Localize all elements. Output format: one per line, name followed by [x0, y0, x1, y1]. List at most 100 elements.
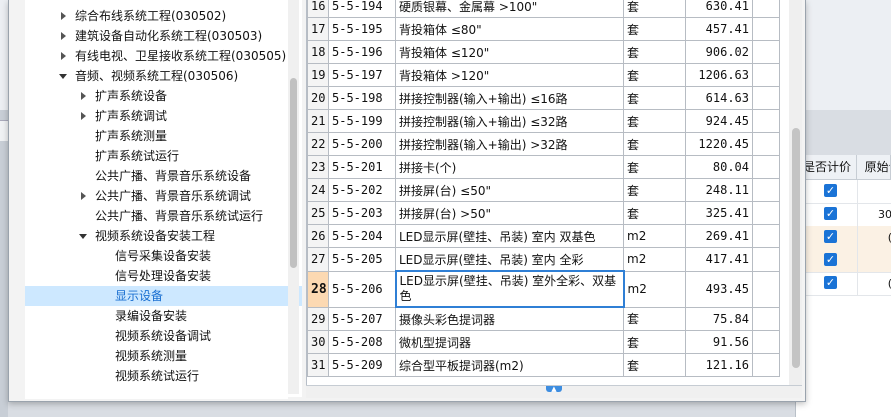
quota-price-cell[interactable]: 493.45: [685, 270, 753, 308]
quota-code-cell[interactable]: 5-5-201: [328, 155, 396, 179]
table-row[interactable]: 29 5-5-207 摄像头彩色提词器套 75.84: [307, 306, 780, 331]
expand-arrow-down-icon[interactable]: [79, 234, 87, 239]
quota-name-cell[interactable]: 拼接控制器(输入+输出) ≤16路: [395, 86, 624, 110]
table-row[interactable]: 31 5-5-209 综合型平板提词器(m2) 套 121.16: [307, 353, 780, 377]
quota-name-cell[interactable]: 背投箱体 >120": [395, 63, 624, 87]
quota-unit-cell[interactable]: 套: [623, 155, 686, 179]
grid-horizontal-scrollbar[interactable]: ▲: [306, 385, 802, 398]
quota-price-cell[interactable]: 1220.45: [685, 132, 753, 156]
original-price-cell[interactable]: 30: [857, 203, 891, 226]
tree-item[interactable]: 扩声系统测量: [25, 126, 302, 146]
expand-arrow-right-icon[interactable]: [61, 52, 66, 60]
quota-name-cell[interactable]: 摄像头彩色提词器: [395, 306, 624, 331]
quota-code-cell[interactable]: 5-5-203: [328, 201, 396, 225]
quota-unit-cell[interactable]: 套: [623, 0, 686, 18]
quota-code-cell[interactable]: 5-5-204: [328, 224, 396, 248]
quota-unit-cell[interactable]: 套: [623, 86, 686, 110]
quota-price-cell[interactable]: 91.56: [685, 330, 753, 354]
quota-name-cell[interactable]: 硬质银幕、金属幕 >100": [395, 0, 624, 18]
quota-name-cell[interactable]: LED显示屏(壁挂、吊装) 室内 双基色: [395, 224, 624, 248]
tree-item[interactable]: 视频系统测量: [25, 346, 302, 366]
row-number-cell[interactable]: 31: [307, 353, 329, 377]
row-number-cell[interactable]: 29: [307, 306, 329, 331]
table-row[interactable]: 22 5-5-200 拼接控制器(输入+输出) >32路套 1220.45: [307, 132, 780, 156]
table-row[interactable]: 30 5-5-208 微机型提词器套 91.56: [307, 330, 780, 354]
tree-item[interactable]: 录编设备安装: [25, 306, 302, 326]
quota-code-cell[interactable]: 5-5-206: [328, 270, 396, 308]
quota-code-cell[interactable]: 5-5-195: [328, 17, 396, 41]
quota-price-cell[interactable]: 1206.63: [685, 63, 753, 87]
quota-name-cell[interactable]: 拼接控制器(输入+输出) >32路: [395, 132, 624, 156]
row-number-cell[interactable]: 28: [307, 270, 329, 308]
splitter-grip-icon[interactable]: ▲: [546, 386, 562, 393]
quota-price-cell[interactable]: 121.16: [685, 353, 753, 377]
tree-item[interactable]: 视频系统设备调试: [25, 326, 302, 346]
table-row[interactable]: 20 5-5-198 拼接控制器(输入+输出) ≤16路套 614.63: [307, 86, 780, 110]
quota-unit-cell[interactable]: 套: [623, 132, 686, 156]
quota-price-cell[interactable]: 248.11: [685, 178, 753, 202]
row-number-cell[interactable]: 30: [307, 330, 329, 354]
table-row[interactable]: 19 5-5-197 背投箱体 >120" 套 1206.63: [307, 63, 780, 87]
charge-checkbox[interactable]: ✓: [824, 230, 837, 243]
row-number-cell[interactable]: 23: [307, 155, 329, 179]
quota-code-cell[interactable]: 5-5-200: [328, 132, 396, 156]
quota-price-cell[interactable]: 417.41: [685, 247, 753, 272]
tree-item[interactable]: 视频系统设备安装工程: [25, 226, 302, 246]
quota-unit-cell[interactable]: 套: [623, 17, 686, 41]
row-number-cell[interactable]: 22: [307, 132, 329, 156]
original-price-cell[interactable]: [857, 180, 891, 203]
quota-price-cell[interactable]: 75.84: [685, 306, 753, 331]
quota-name-cell[interactable]: 背投箱体 ≤80": [395, 17, 624, 41]
expand-arrow-down-icon[interactable]: [59, 74, 67, 79]
charge-checkbox[interactable]: ✓: [824, 276, 837, 289]
quota-price-cell[interactable]: 325.41: [685, 201, 753, 225]
quota-name-cell[interactable]: 拼接屏(台) ≤50": [395, 178, 624, 202]
tree-item[interactable]: 扩声系统调试: [25, 106, 302, 126]
quota-unit-cell[interactable]: m2: [623, 247, 686, 272]
quota-unit-cell[interactable]: 套: [623, 330, 686, 354]
row-number-cell[interactable]: 25: [307, 201, 329, 225]
quota-price-cell[interactable]: 924.45: [685, 109, 753, 133]
quota-unit-cell[interactable]: 套: [623, 201, 686, 225]
quota-price-cell[interactable]: 630.41: [685, 0, 753, 18]
quota-name-cell[interactable]: LED显示屏(壁挂、吊装) 室内 全彩: [395, 247, 624, 272]
tree-item[interactable]: 公共广播、背景音乐系统试运行: [25, 206, 302, 226]
tree-item[interactable]: 信号采集设备安装: [25, 246, 302, 266]
table-row[interactable]: 24 5-5-202 拼接屏(台) ≤50" 套 248.11: [307, 178, 780, 202]
quota-unit-cell[interactable]: m2: [623, 270, 686, 308]
quota-code-cell[interactable]: 5-5-194: [328, 0, 396, 18]
expand-arrow-right-icon[interactable]: [61, 32, 66, 40]
expand-arrow-right-icon[interactable]: [81, 112, 86, 120]
row-number-cell[interactable]: 19: [307, 63, 329, 87]
table-row[interactable]: 25 5-5-203 拼接屏(台) >50" 套 325.41: [307, 201, 780, 225]
row-number-cell[interactable]: 16: [307, 0, 329, 18]
original-price-cell[interactable]: [857, 249, 891, 272]
table-row[interactable]: 27 5-5-205 LED显示屏(壁挂、吊装) 室内 全彩 m2 417.41: [307, 247, 780, 272]
quota-code-cell[interactable]: 5-5-198: [328, 86, 396, 110]
table-row[interactable]: 26 5-5-204 LED显示屏(壁挂、吊装) 室内 双基色 m2 269.41: [307, 224, 780, 248]
quota-unit-cell[interactable]: 套: [623, 40, 686, 64]
tree-item[interactable]: 建筑设备自动化系统工程(030503): [25, 26, 302, 46]
tree-item[interactable]: 音频、视频系统工程(030506): [25, 66, 302, 86]
table-row[interactable]: 21 5-5-199 拼接控制器(输入+输出) ≤32路套 924.45: [307, 109, 780, 133]
quota-price-cell[interactable]: 457.41: [685, 17, 753, 41]
quota-code-cell[interactable]: 5-5-196: [328, 40, 396, 64]
grid-scroll-thumb[interactable]: [792, 128, 800, 368]
quota-name-cell[interactable]: 拼接卡(个): [395, 155, 624, 179]
tree-item[interactable]: 显示设备: [25, 286, 302, 306]
row-number-cell[interactable]: 18: [307, 40, 329, 64]
quota-name-cell[interactable]: 拼接屏(台) >50": [395, 201, 624, 225]
quota-unit-cell[interactable]: m2: [623, 224, 686, 248]
quota-name-cell[interactable]: 综合型平板提词器(m2): [395, 353, 624, 377]
quota-price-cell[interactable]: 269.41: [685, 224, 753, 248]
quota-name-cell[interactable]: 拼接控制器(输入+输出) ≤32路: [395, 109, 624, 133]
quota-code-cell[interactable]: 5-5-207: [328, 306, 396, 331]
quota-name-cell[interactable]: 背投箱体 ≤120": [395, 40, 624, 64]
quota-name-cell[interactable]: 微机型提词器: [395, 330, 624, 354]
tree-item[interactable]: 信号处理设备安装: [25, 266, 302, 286]
table-row[interactable]: 16 5-5-194 硬质银幕、金属幕 >100" 套 630.41: [307, 0, 780, 18]
original-price-cell[interactable]: (: [857, 272, 891, 295]
quota-unit-cell[interactable]: 套: [623, 306, 686, 331]
tree-item[interactable]: 扩声系统试运行: [25, 146, 302, 166]
charge-checkbox[interactable]: ✓: [824, 184, 837, 197]
